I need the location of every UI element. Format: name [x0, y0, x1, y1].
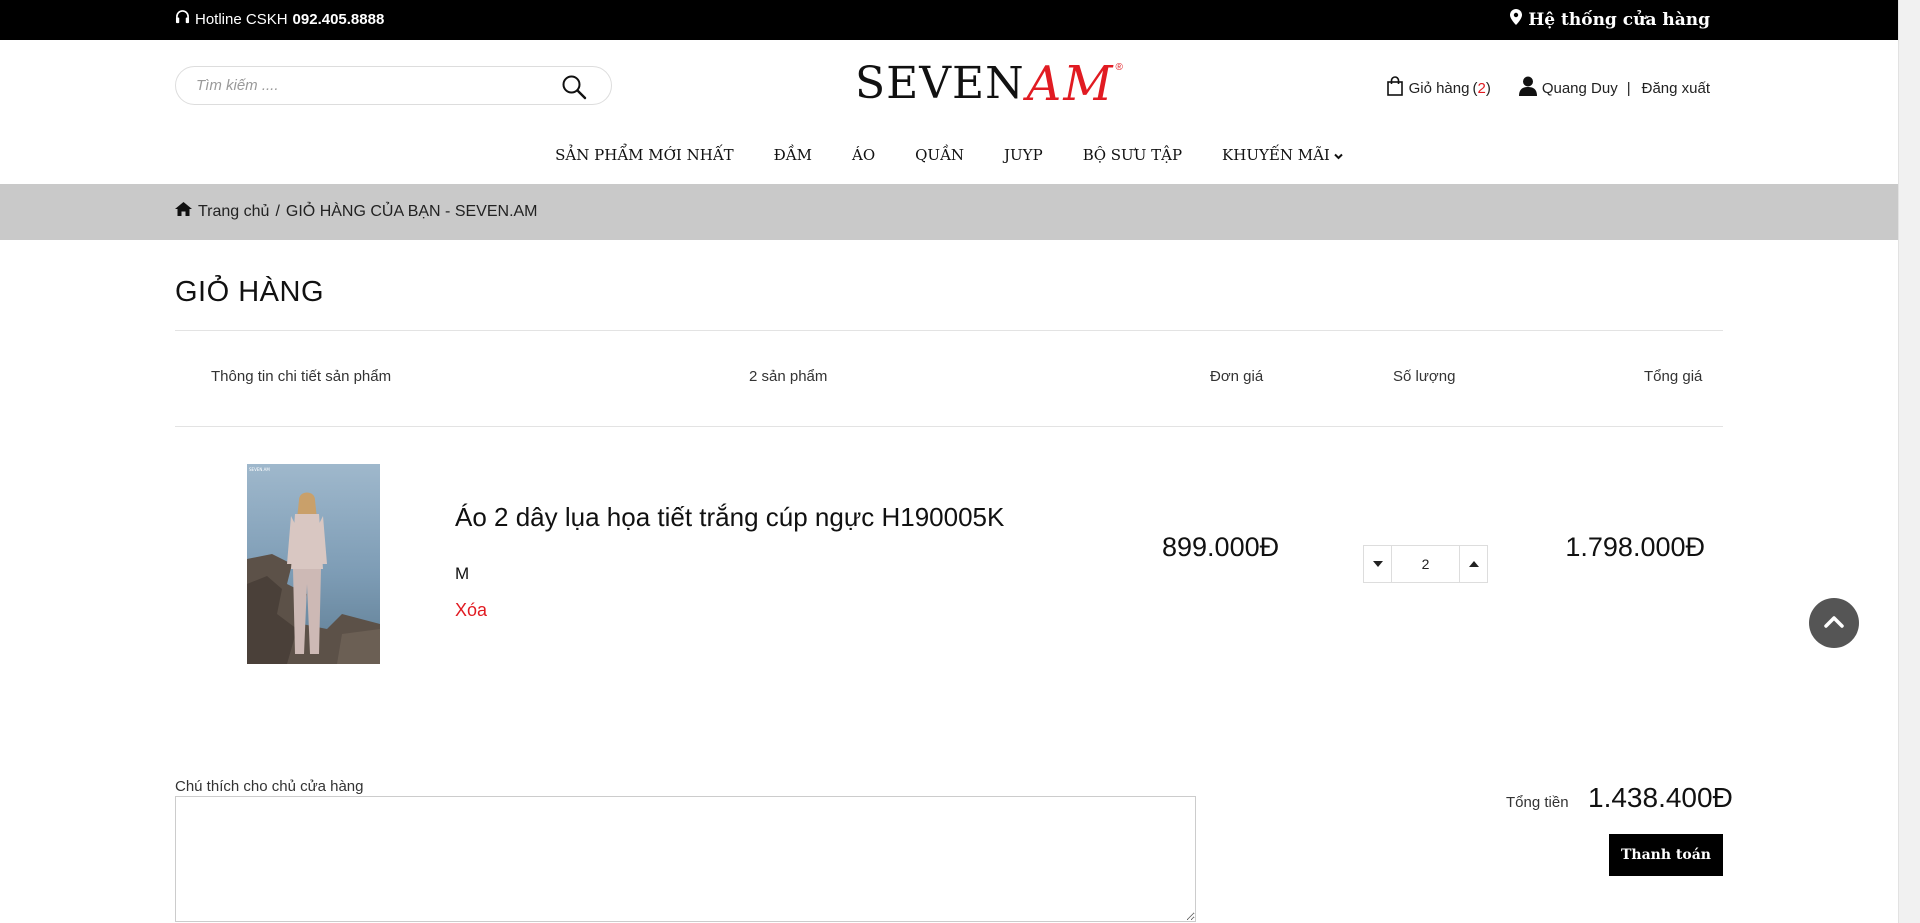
column-header-total: Tổng giá	[1644, 368, 1703, 385]
page-title: GIỎ HÀNG	[175, 276, 325, 308]
breadcrumb: Trang chủ / GIỎ HÀNG CỦA BẠN - SEVEN.AM	[175, 202, 538, 221]
caret-down-icon[interactable]	[1364, 546, 1392, 582]
chevron-up-icon	[1824, 614, 1844, 633]
user-icon	[1518, 76, 1537, 100]
cart-item-row: SEVEN.AM Áo 2 dây lụa họa tiết trắng cúp…	[175, 460, 1723, 670]
nav-item-promotions[interactable]: KHUYẾN MÃI	[1202, 146, 1363, 164]
back-to-top-button[interactable]	[1809, 598, 1859, 648]
main-nav: SẢN PHẨM MỚI NHẤT ĐẦM ÁO QUẦN JUYP BỘ SƯ…	[0, 146, 1898, 164]
cart-count-close: )	[1485, 79, 1491, 97]
shopping-bag-icon	[1386, 76, 1403, 100]
cart-count-wrap: (2)	[1472, 80, 1490, 97]
divider	[175, 330, 1723, 331]
search-input[interactable]	[176, 67, 536, 104]
page: Hotline CSKH 092.405.8888 Hệ thống cửa h…	[0, 0, 1898, 923]
cart-table-header: Thông tin chi tiết sản phẩm 2 sản phẩm Đ…	[175, 368, 1723, 388]
nav-label: JUYP	[1004, 146, 1043, 164]
nav-item-dresses[interactable]: ĐẦM	[754, 146, 832, 164]
search-box	[175, 66, 612, 105]
column-header-count: 2 sản phẩm	[749, 368, 828, 385]
nav-label: KHUYẾN MÃI	[1222, 146, 1330, 164]
account-separator: |	[1626, 79, 1631, 97]
column-header-details: Thông tin chi tiết sản phẩm	[211, 368, 392, 385]
logo-registered-mark: ®	[1115, 62, 1123, 73]
store-system-link[interactable]: Hệ thống cửa hàng	[1510, 9, 1710, 30]
hotline: Hotline CSKH 092.405.8888	[175, 10, 384, 28]
remove-item-link[interactable]: Xóa	[455, 600, 487, 621]
header: SEVEN AM ® Giỏ hàng (2) Quang Duy | Đăng…	[0, 40, 1898, 184]
checkout-button[interactable]: Thanh toán	[1609, 834, 1723, 876]
breadcrumb-separator: /	[275, 202, 280, 220]
quantity-stepper	[1363, 545, 1488, 583]
hotline-number[interactable]: 092.405.8888	[293, 11, 385, 28]
line-total: 1.798.000Đ	[1565, 532, 1705, 562]
user-menu: Quang Duy | Đăng xuất	[1518, 76, 1710, 100]
nav-label: BỘ SƯU TẬP	[1082, 146, 1183, 164]
svg-text:SEVEN.AM: SEVEN.AM	[249, 467, 270, 472]
logo-text-accent: AM	[1026, 56, 1115, 112]
chevron-down-icon	[1334, 146, 1343, 164]
nav-label: SẢN PHẨM MỚI NHẤT	[555, 146, 734, 164]
nav-label: ÁO	[851, 146, 876, 164]
cart-count: 2	[1477, 79, 1486, 97]
breadcrumb-current: GIỎ HÀNG CỦA BẠN - SEVEN.AM	[285, 202, 538, 220]
search-icon[interactable]	[561, 74, 587, 100]
product-size: M	[455, 564, 470, 583]
product-thumbnail[interactable]: SEVEN.AM	[247, 464, 380, 664]
account-area: Giỏ hàng (2) Quang Duy | Đăng xuất	[1386, 76, 1710, 100]
nav-label: QUẦN	[915, 146, 965, 164]
caret-up-icon[interactable]	[1459, 546, 1487, 582]
summary-label: Tổng tiền	[1506, 794, 1569, 811]
brand-logo[interactable]: SEVEN AM ®	[855, 54, 1123, 114]
note-label: Chú thích cho chủ cửa hàng	[175, 778, 364, 795]
nav-item-pants[interactable]: QUẦN	[895, 146, 984, 164]
quantity-input[interactable]	[1392, 556, 1459, 572]
nav-item-skirts[interactable]: JUYP	[984, 146, 1063, 164]
product-name[interactable]: Áo 2 dây lụa họa tiết trắng cúp ngực H19…	[455, 502, 1004, 533]
home-icon[interactable]	[175, 202, 192, 221]
scrollbar[interactable]	[1898, 0, 1920, 923]
nav-item-tops[interactable]: ÁO	[832, 146, 895, 164]
note-textarea[interactable]	[175, 796, 1196, 922]
summary-total: 1.438.400Đ	[1588, 782, 1733, 813]
column-header-unit-price: Đơn giá	[1210, 368, 1264, 385]
logo-text-main: SEVEN	[855, 58, 1025, 109]
breadcrumb-bar: Trang chủ / GIỎ HÀNG CỦA BẠN - SEVEN.AM	[0, 184, 1898, 240]
user-name-link[interactable]: Quang Duy	[1542, 80, 1618, 97]
logout-link[interactable]: Đăng xuất	[1642, 80, 1710, 97]
nav-label: ĐẦM	[773, 146, 812, 164]
column-header-quantity: Số lượng	[1393, 368, 1456, 385]
top-bar: Hotline CSKH 092.405.8888 Hệ thống cửa h…	[0, 0, 1898, 40]
cart-link[interactable]: Giỏ hàng (2)	[1386, 76, 1491, 100]
divider	[175, 426, 1723, 427]
store-system-label: Hệ thống cửa hàng	[1528, 9, 1710, 30]
map-marker-icon	[1510, 9, 1523, 30]
hotline-label: Hotline CSKH	[195, 10, 288, 28]
unit-price: 899.000Đ	[1162, 532, 1280, 562]
cart-label: Giỏ hàng	[1408, 79, 1470, 97]
headphones-icon	[175, 10, 190, 28]
breadcrumb-home-link[interactable]: Trang chủ	[198, 203, 269, 221]
nav-item-collections[interactable]: BỘ SƯU TẬP	[1063, 146, 1202, 164]
nav-item-new-products[interactable]: SẢN PHẨM MỚI NHẤT	[535, 146, 754, 164]
